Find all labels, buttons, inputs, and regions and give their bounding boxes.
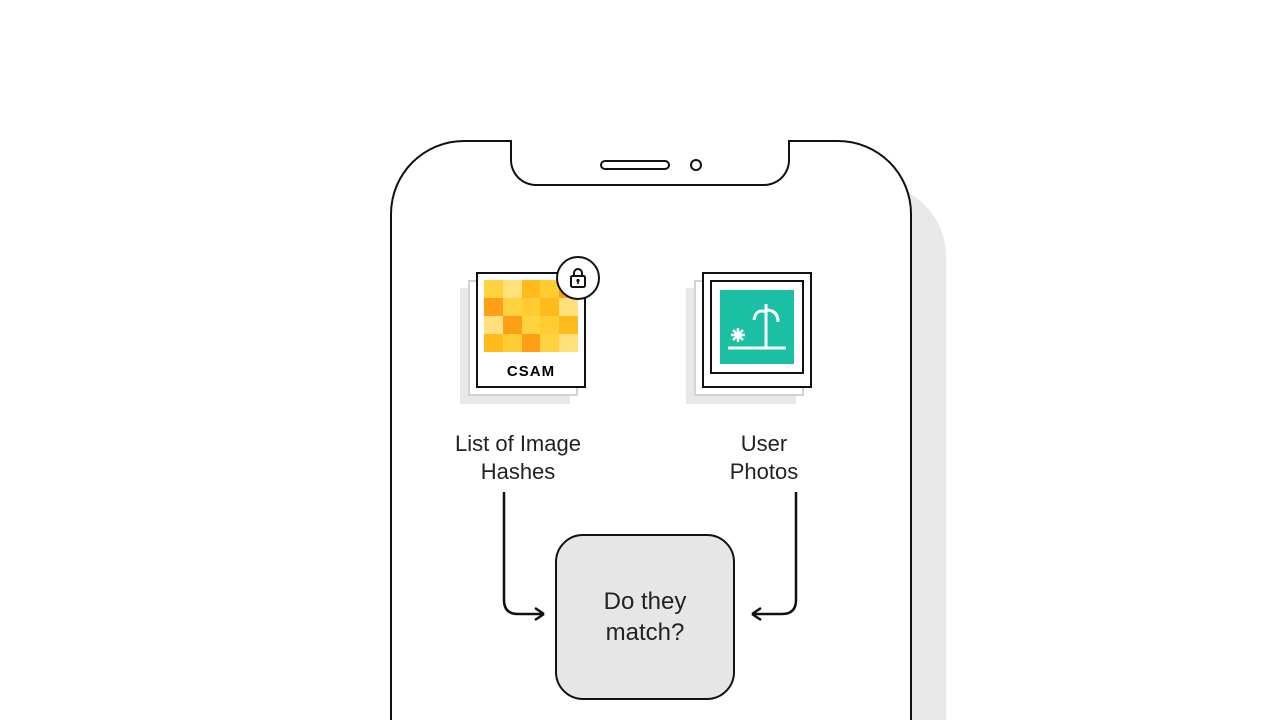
- diagram-stage: CSAM: [0, 0, 1280, 720]
- phone-camera-icon: [690, 159, 702, 171]
- lock-icon: [556, 256, 600, 300]
- csam-label: CSAM: [484, 364, 578, 379]
- photo-icon: [710, 280, 804, 374]
- phone-speaker-icon: [600, 160, 670, 170]
- match-question-box: Do they match?: [555, 534, 735, 700]
- arrow-left-icon: [490, 492, 570, 637]
- user-photos-caption: User Photos: [664, 430, 864, 485]
- match-question-label: Do they match?: [604, 586, 687, 648]
- csam-caption: List of Image Hashes: [418, 430, 618, 485]
- arrow-right-icon: [740, 492, 820, 637]
- user-photos-card: [686, 272, 814, 404]
